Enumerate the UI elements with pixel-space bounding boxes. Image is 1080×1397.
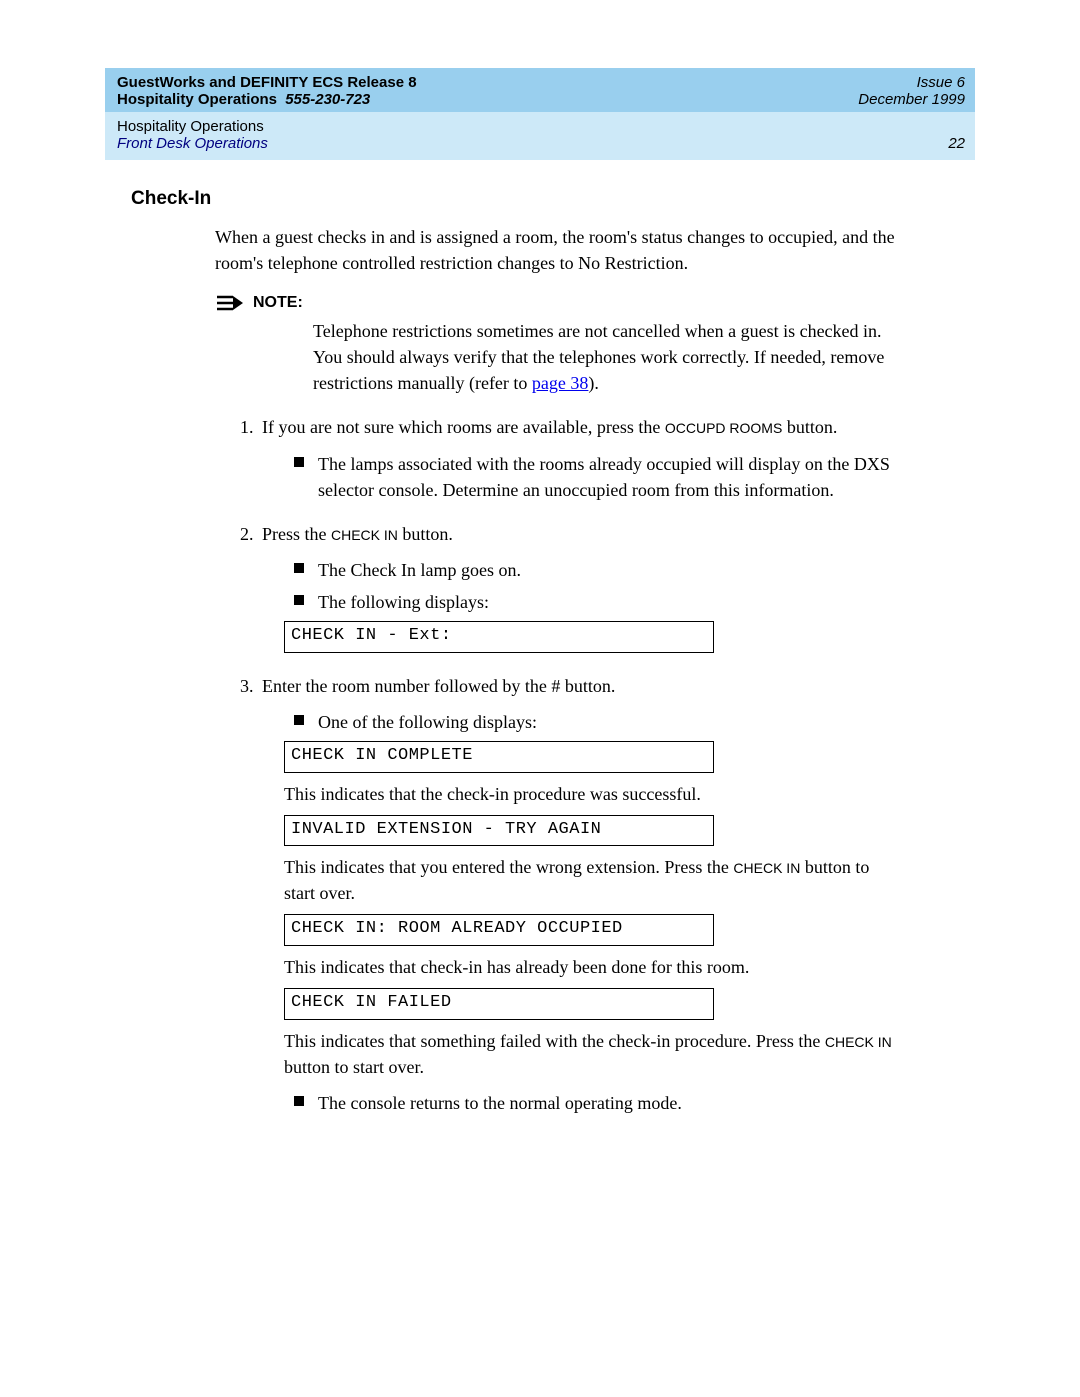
final-bullets: The console returns to the normal operat… — [294, 1090, 895, 1116]
step-bullets: One of the following displays: — [294, 709, 895, 735]
doc-title: Hospitality Operations — [117, 91, 277, 108]
bullet-text: One of the following displays: — [318, 709, 537, 735]
explain-pre: This indicates that something failed wit… — [284, 1031, 825, 1051]
step-body: Enter the room number followed by the # … — [262, 673, 895, 1122]
explain-text: This indicates that the check-in procedu… — [284, 781, 895, 807]
button-ref: OCCUPD ROOMS — [665, 420, 782, 436]
result-group: CHECK IN COMPLETE This indicates that th… — [284, 741, 895, 1080]
square-bullet-icon — [294, 715, 304, 725]
step-text-pre: Press the — [262, 524, 331, 544]
document-page: GuestWorks and DEFINITY ECS Release 8 Ho… — [105, 68, 975, 1122]
header-bar-secondary: Hospitality Operations Front Desk Operat… — [105, 112, 975, 160]
product-title: GuestWorks and DEFINITY ECS Release 8 — [117, 74, 417, 91]
header-bar-primary: GuestWorks and DEFINITY ECS Release 8 Ho… — [105, 68, 975, 112]
date-label: December 1999 — [858, 91, 965, 108]
step-text-post: button. — [782, 417, 837, 437]
list-item: One of the following displays: — [294, 709, 895, 735]
step-3: 3. Enter the room number followed by the… — [240, 673, 895, 1122]
square-bullet-icon — [294, 563, 304, 573]
step-number: 3. — [240, 673, 262, 1122]
display-box: CHECK IN - Ext: — [284, 621, 714, 653]
list-item: The lamps associated with the rooms alre… — [294, 451, 895, 503]
step-body: If you are not sure which rooms are avai… — [262, 414, 895, 508]
step-bullets: The Check In lamp goes on. The following… — [294, 557, 895, 615]
explain-text: This indicates that you entered the wron… — [284, 854, 895, 906]
note-text-post: ). — [588, 373, 599, 393]
step-number: 2. — [240, 521, 262, 661]
note-header: NOTE: — [215, 294, 895, 312]
step-body: Press the CHECK IN button. The Check In … — [262, 521, 895, 661]
doc-title-row: Hospitality Operations 555-230-723 — [117, 91, 417, 108]
display-box: CHECK IN: ROOM ALREADY OCCUPIED — [284, 914, 714, 946]
explain-text: This indicates that something failed wit… — [284, 1028, 895, 1080]
explain-text: This indicates that check-in has already… — [284, 954, 895, 980]
display-box: CHECK IN FAILED — [284, 988, 714, 1020]
square-bullet-icon — [294, 1096, 304, 1106]
button-ref: CHECK IN — [825, 1034, 892, 1050]
step-bullets: The lamps associated with the rooms alre… — [294, 451, 895, 503]
section-heading: Check-In — [131, 188, 975, 210]
list-item: The following displays: — [294, 589, 895, 615]
bullet-text: The following displays: — [318, 589, 489, 615]
bullet-text: The Check In lamp goes on. — [318, 557, 521, 583]
note-block: NOTE: Telephone restrictions sometimes a… — [215, 294, 895, 396]
page-link[interactable]: page 38 — [532, 373, 588, 393]
list-item: The Check In lamp goes on. — [294, 557, 895, 583]
note-label: NOTE: — [253, 294, 303, 312]
chapter-name: Hospitality Operations — [117, 118, 264, 135]
header-light-left: Hospitality Operations Front Desk Operat… — [117, 118, 268, 152]
square-bullet-icon — [294, 457, 304, 467]
note-arrow-icon — [215, 294, 245, 312]
bullet-text: The console returns to the normal operat… — [318, 1090, 682, 1116]
step-text: Enter the room number followed by the # … — [262, 676, 615, 696]
button-ref: CHECK IN — [733, 860, 800, 876]
explain-pre: This indicates that you entered the wron… — [284, 857, 733, 877]
square-bullet-icon — [294, 595, 304, 605]
step-1: 1. If you are not sure which rooms are a… — [240, 414, 895, 508]
page-number: 22 — [948, 135, 965, 152]
display-box: CHECK IN COMPLETE — [284, 741, 714, 773]
note-text: Telephone restrictions sometimes are not… — [313, 318, 895, 396]
display-box: INVALID EXTENSION - TRY AGAIN — [284, 815, 714, 847]
content-area: Check-In When a guest checks in and is a… — [105, 160, 975, 1122]
header-left: GuestWorks and DEFINITY ECS Release 8 Ho… — [117, 74, 417, 108]
ordered-steps: 1. If you are not sure which rooms are a… — [240, 414, 895, 1122]
step-number: 1. — [240, 414, 262, 508]
step-2: 2. Press the CHECK IN button. The Check … — [240, 521, 895, 661]
issue-label: Issue 6 — [858, 74, 965, 91]
header-right: Issue 6 December 1999 — [858, 74, 965, 108]
bullet-text: The lamps associated with the rooms alre… — [318, 451, 895, 503]
section-name: Front Desk Operations — [117, 135, 268, 152]
step-text-post: button. — [398, 524, 453, 544]
explain-post: button to start over. — [284, 1057, 424, 1077]
doc-number: 555-230-723 — [285, 91, 370, 108]
list-item: The console returns to the normal operat… — [294, 1090, 895, 1116]
intro-paragraph: When a guest checks in and is assigned a… — [215, 224, 895, 276]
button-ref: CHECK IN — [331, 527, 398, 543]
step-text-pre: If you are not sure which rooms are avai… — [262, 417, 665, 437]
